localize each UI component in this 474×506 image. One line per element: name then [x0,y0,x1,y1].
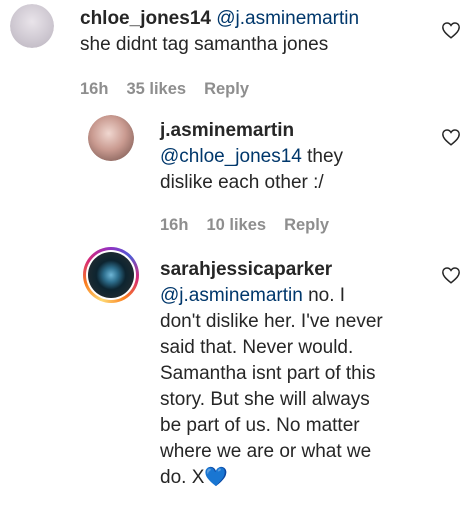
comment-mention[interactable]: @chloe_jones14 [160,146,302,167]
comment-text: chloe_jones14 @j.asminemartin she didnt … [80,6,420,58]
reply-button[interactable]: Reply [204,80,249,99]
comment-body-line: do. X💙 [160,467,229,488]
comment-likes[interactable]: 10 likes [206,216,266,235]
comment-body-line: be part of us. No matter [160,415,360,436]
comment-body-line: no. I [302,285,346,306]
like-heart-icon[interactable] [441,266,461,284]
avatar[interactable] [88,115,134,161]
comment-username[interactable]: chloe_jones14 [80,8,211,29]
comment-text: j.asminemartin @chloe_jones14 they disli… [160,118,430,196]
like-heart-icon[interactable] [441,128,461,146]
comment-body-line: story. But she will always [160,389,370,410]
reply-button[interactable]: Reply [284,216,329,235]
comment-text: sarahjessicaparker @j.asminemartin no. I… [160,257,440,491]
comment-mention[interactable]: @j.asminemartin [216,8,359,29]
comment-body-line: where we are or what we [160,441,372,462]
comment-body-line: said that. Never would. [160,337,354,358]
comment-username[interactable]: j.asminemartin [160,120,294,141]
comment-username[interactable]: sarahjessicaparker [160,259,332,280]
avatar-eye-image [88,252,134,298]
comment-body-line: they [301,146,344,167]
comment-likes[interactable]: 35 likes [126,80,186,99]
comment-body-line: she didnt tag samantha jones [80,34,329,55]
avatar-inner [86,250,136,300]
comment-meta: 16h 35 likes Reply [80,80,249,99]
comment-time: 16h [80,80,109,98]
comment-meta: 16h 10 likes Reply [160,216,329,235]
comment-mention[interactable]: @j.asminemartin [160,285,303,306]
comment-body-line: dislike each other :/ [160,172,324,193]
story-ring-avatar[interactable] [83,247,139,303]
comment-body-line: Samantha isnt part of this [160,363,376,384]
comment-body-line: don't dislike her. I've never [160,311,383,332]
avatar[interactable] [10,4,54,48]
comment-time: 16h [160,216,189,234]
like-heart-icon[interactable] [441,21,461,39]
